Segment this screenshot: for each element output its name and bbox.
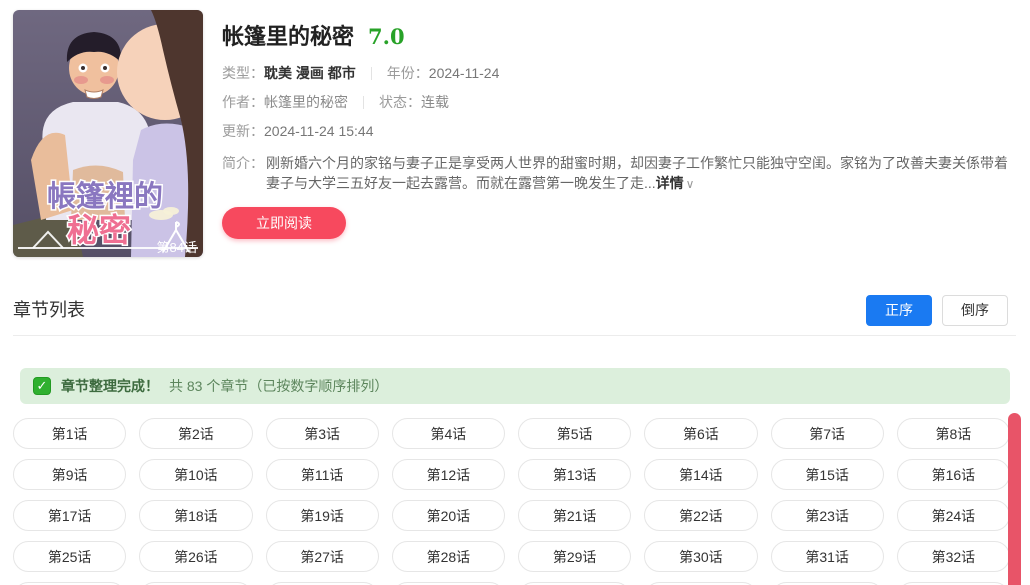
meta-row-update: 更新： 2024-11-24 15:44 [222,123,1010,139]
intro-text-wrap: 刚新婚六个月的家铭与妻子正是享受两人世界的甜蜜时期，却因妻子工作繁忙只能独守空闺… [266,153,1010,194]
meta-divider [371,67,372,80]
chapter-button[interactable]: 第30话 [644,541,757,572]
chevron-down-icon[interactable]: ∨ [686,177,695,191]
chapter-button[interactable]: 第22话 [644,500,757,531]
chapters-ready-banner: ✓ 章节整理完成！ 共 83 个章节（已按数字顺序排列） [20,368,1010,404]
section-divider [13,335,1016,336]
author-label: 作者： [222,94,264,110]
cover-title-line2: 秘密 [67,212,131,248]
chapter-button[interactable]: 第12话 [392,459,505,490]
page-title: 帐篷里的秘密 [222,22,354,52]
read-now-button[interactable]: 立即阅读 [222,207,346,239]
type-value[interactable]: 耽美 漫画 都市 [264,65,356,81]
chapter-button[interactable]: 第17话 [13,500,126,531]
chapter-button[interactable]: 第6话 [644,418,757,449]
chapter-button[interactable]: 第3话 [266,418,379,449]
rating-score: 7.0 [368,22,405,52]
chapter-button[interactable]: 第5话 [518,418,631,449]
chapter-button[interactable]: 第16话 [897,459,1010,490]
chapter-grid: 第1话第2话第3话第4话第5话第6话第7话第8话第9话第10话第11话第12话第… [13,418,1010,585]
banner-bold-text: 章节整理完成！ [61,376,159,396]
cover-illustration: 帳篷裡的 秘密 第84话 [13,10,203,257]
intro-label: 简介： [222,153,266,194]
chapter-button[interactable]: 第4话 [392,418,505,449]
comic-cover[interactable]: 帳篷裡的 秘密 第84话 [13,10,203,257]
chapter-button[interactable]: 第20话 [392,500,505,531]
meta-row-type-year: 类型： 耽美 漫画 都市 年份： 2024-11-24 [222,65,1010,81]
detail-link[interactable]: 详情 [656,175,684,191]
update-value: 2024-11-24 15:44 [264,123,374,139]
intro-text: 刚新婚六个月的家铭与妻子正是享受两人世界的甜蜜时期，却因妻子工作繁忙只能独守空闺… [266,155,1008,191]
chapter-button[interactable]: 第25话 [13,541,126,572]
chapter-button[interactable]: 第7话 [771,418,884,449]
chapter-button[interactable]: 第29话 [518,541,631,572]
status-label: 状态： [379,94,421,110]
year-label: 年份： [387,65,429,81]
chapter-button[interactable]: 第1话 [13,418,126,449]
status-value: 连载 [421,94,449,110]
synopsis: 简介： 刚新婚六个月的家铭与妻子正是享受两人世界的甜蜜时期，却因妻子工作繁忙只能… [222,153,1010,194]
chapter-button[interactable]: 第18话 [139,500,252,531]
chapter-button[interactable]: 第14话 [644,459,757,490]
latest-chapter-badge: 第84话 [157,240,197,255]
meta-row-author-status: 作者： 帐篷里的秘密 状态： 连载 [222,94,1010,110]
meta-divider [363,96,364,109]
comic-detail-page: 帳篷裡的 秘密 第84话 帐篷里的秘密 7.0 类型： 耽美 漫画 都市 年份：… [0,0,1030,585]
year-value: 2024-11-24 [429,65,500,81]
type-label: 类型： [222,65,264,81]
sort-ascending-button[interactable]: 正序 [866,295,932,326]
chapter-button[interactable]: 第8话 [897,418,1010,449]
chapter-button[interactable]: 第32话 [897,541,1010,572]
chapter-button[interactable]: 第13话 [518,459,631,490]
comic-info: 帐篷里的秘密 7.0 类型： 耽美 漫画 都市 年份： 2024-11-24 作… [222,22,1010,239]
chapter-button[interactable]: 第26话 [139,541,252,572]
chapter-button[interactable]: 第27话 [266,541,379,572]
chapter-button[interactable]: 第31话 [771,541,884,572]
scrollbar-thumb[interactable] [1008,413,1021,585]
chapter-button[interactable]: 第15话 [771,459,884,490]
sort-buttons: 正序 倒序 [866,295,1008,326]
check-icon: ✓ [33,377,51,395]
sort-descending-button[interactable]: 倒序 [942,295,1008,326]
chapter-button[interactable]: 第21话 [518,500,631,531]
chapter-button[interactable]: 第10话 [139,459,252,490]
chapter-list-title: 章节列表 [13,296,85,322]
chapter-button[interactable]: 第2话 [139,418,252,449]
update-label: 更新： [222,123,264,139]
chapter-button[interactable]: 第9话 [13,459,126,490]
author-value[interactable]: 帐篷里的秘密 [264,94,348,110]
chapter-button[interactable]: 第11话 [266,459,379,490]
cover-title-line1: 帳篷裡的 [47,179,163,213]
banner-detail-text: 共 83 个章节（已按数字顺序排列） [169,376,388,396]
chapter-button[interactable]: 第23话 [771,500,884,531]
chapter-button[interactable]: 第24话 [897,500,1010,531]
chapter-button[interactable]: 第28话 [392,541,505,572]
chapter-button[interactable]: 第19话 [266,500,379,531]
